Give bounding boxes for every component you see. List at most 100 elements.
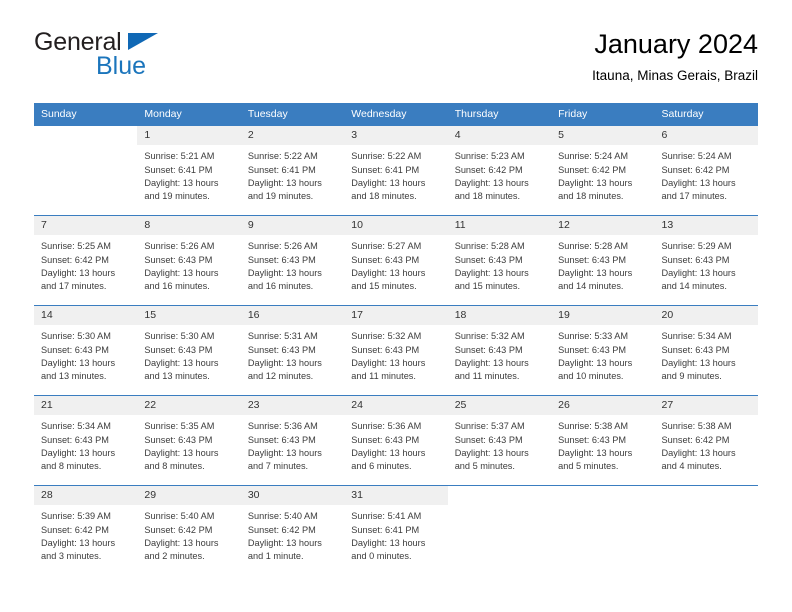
calendar-day-cell[interactable]: 9 Sunrise: 5:26 AM Sunset: 6:43 PM Daylight… xyxy=(240,215,345,306)
daylight-text-line2: and 18 minutes. xyxy=(351,191,417,201)
day-number: 4 xyxy=(447,126,552,146)
calendar-week-row: 14 Sunrise: 5:30 AM Sunset: 6:43 PM Dayligh… xyxy=(34,305,758,396)
calendar-day-cell[interactable]: 2 Sunrise: 5:22 AM Sunset: 6:41 PM Daylight… xyxy=(240,125,345,216)
sunrise-text: Sunrise: 5:34 AM xyxy=(661,331,732,342)
calendar-week-row: 1 Sunrise: 5:21 AM Sunset: 6:41 PM Daylight… xyxy=(34,125,758,216)
weekday-header-thursday: Thursday xyxy=(447,103,552,126)
day-number: 25 xyxy=(447,396,552,416)
sunrise-text: Sunrise: 5:34 AM xyxy=(41,421,111,432)
calendar-day-cell[interactable]: 30 Sunrise: 5:40 AM Sunset: 6:42 PM Dayligh… xyxy=(240,485,345,576)
sunset-text: Sunset: 6:43 PM xyxy=(454,254,523,265)
daylight-text-line1: Daylight: 13 hours xyxy=(558,267,633,278)
weekday-header-wednesday: Wednesday xyxy=(344,103,448,126)
sunset-text: Sunset: 6:43 PM xyxy=(247,344,316,355)
calendar-day-cell[interactable]: 3 Sunrise: 5:22 AM Sunset: 6:41 PM Daylight… xyxy=(344,125,448,216)
calendar-day-cell[interactable]: 27 Sunrise: 5:38 AM Sunset: 6:42 PM Dayligh… xyxy=(654,395,758,486)
daylight-text-line2: and 18 minutes. xyxy=(558,191,624,201)
daylight-text-line2: and 5 minutes. xyxy=(454,461,515,471)
calendar-day-cell[interactable]: 26 Sunrise: 5:38 AM Sunset: 6:43 PM Dayligh… xyxy=(551,395,655,486)
calendar-day-cell[interactable]: 23 Sunrise: 5:36 AM Sunset: 6:43 PM Dayligh… xyxy=(240,395,345,486)
sunrise-text: Sunrise: 5:32 AM xyxy=(454,331,525,342)
sunrise-text: Sunrise: 5:35 AM xyxy=(144,421,215,432)
calendar-day-cell[interactable]: 17 Sunrise: 5:32 AM Sunset: 6:43 PM Dayligh… xyxy=(344,305,448,396)
daylight-text-line2: and 8 minutes. xyxy=(41,461,102,471)
sunset-text: Sunset: 6:43 PM xyxy=(661,344,730,355)
calendar-day-cell[interactable]: 18 Sunrise: 5:32 AM Sunset: 6:43 PM Dayligh… xyxy=(447,305,552,396)
calendar-day-cell[interactable]: 13 Sunrise: 5:29 AM Sunset: 6:43 PM Dayligh… xyxy=(654,215,758,306)
calendar-day-cell[interactable]: 11 Sunrise: 5:28 AM Sunset: 6:43 PM Dayligh… xyxy=(447,215,552,306)
sunrise-text: Sunrise: 5:31 AM xyxy=(247,331,318,342)
calendar-day-cell[interactable]: 22 Sunrise: 5:35 AM Sunset: 6:43 PM Dayligh… xyxy=(137,395,241,486)
daylight-text-line2: and 19 minutes. xyxy=(247,191,314,201)
daylight-text-line1: Daylight: 13 hours xyxy=(144,357,219,368)
daylight-text-line2: and 13 minutes. xyxy=(144,371,210,381)
calendar-day-cell[interactable]: 7 Sunrise: 5:25 AM Sunset: 6:42 PM Daylight… xyxy=(34,215,138,306)
day-details: Sunrise: 5:37 AM Sunset: 6:43 PM Daylight:… xyxy=(448,415,551,473)
daylight-text-line2: and 13 minutes. xyxy=(41,371,107,381)
daylight-text-line1: Daylight: 13 hours xyxy=(247,537,322,548)
day-number: 28 xyxy=(34,486,138,506)
sunset-text: Sunset: 6:43 PM xyxy=(351,254,420,265)
day-details: Sunrise: 5:28 AM Sunset: 6:43 PM Daylight:… xyxy=(551,235,654,293)
sunset-text: Sunset: 6:42 PM xyxy=(454,164,523,175)
sunset-text: Sunset: 6:43 PM xyxy=(247,254,316,265)
calendar-day-cell[interactable]: 10 Sunrise: 5:27 AM Sunset: 6:43 PM Dayligh… xyxy=(344,215,448,306)
daylight-text-line1: Daylight: 13 hours xyxy=(351,537,426,548)
sunrise-text: Sunrise: 5:28 AM xyxy=(454,241,525,252)
day-number: 5 xyxy=(551,126,655,146)
calendar-day-cell[interactable]: 31 Sunrise: 5:41 AM Sunset: 6:41 PM Dayligh… xyxy=(344,485,448,576)
calendar-day-cell[interactable]: 28 Sunrise: 5:39 AM Sunset: 6:42 PM Dayligh… xyxy=(34,485,138,576)
daylight-text-line1: Daylight: 13 hours xyxy=(351,267,426,278)
day-number: 7 xyxy=(34,216,138,236)
day-number: 10 xyxy=(344,216,448,236)
calendar-day-cell[interactable]: 12 Sunrise: 5:28 AM Sunset: 6:43 PM Dayligh… xyxy=(551,215,655,306)
page-header: General Blue January 2024 Itauna, Minas … xyxy=(34,0,758,83)
location-subtitle: Itauna, Minas Gerais, Brazil xyxy=(592,68,758,84)
calendar-day-cell[interactable]: 19 Sunrise: 5:33 AM Sunset: 6:43 PM Dayligh… xyxy=(551,305,655,396)
calendar-day-cell[interactable]: 29 Sunrise: 5:40 AM Sunset: 6:42 PM Dayligh… xyxy=(137,485,241,576)
daylight-text-line2: and 11 minutes. xyxy=(351,371,416,381)
daylight-text-line2: and 11 minutes. xyxy=(454,371,520,381)
daylight-text-line1: Daylight: 13 hours xyxy=(144,177,219,188)
calendar-head: Sunday Monday Tuesday Wednesday Thursday… xyxy=(34,103,758,126)
calendar-empty-cell xyxy=(551,485,655,576)
daylight-text-line1: Daylight: 13 hours xyxy=(661,177,736,188)
calendar-day-cell[interactable]: 5 Sunrise: 5:24 AM Sunset: 6:42 PM Daylight… xyxy=(551,125,655,216)
calendar-day-cell[interactable]: 8 Sunrise: 5:26 AM Sunset: 6:43 PM Daylight… xyxy=(137,215,241,306)
day-details: Sunrise: 5:31 AM Sunset: 6:43 PM Daylight:… xyxy=(241,325,344,383)
sunset-text: Sunset: 6:41 PM xyxy=(351,524,420,535)
day-number: 1 xyxy=(137,126,241,146)
day-number: 6 xyxy=(654,126,758,146)
day-number: 30 xyxy=(240,486,345,506)
day-details: Sunrise: 5:28 AM Sunset: 6:43 PM Daylight:… xyxy=(448,235,551,293)
calendar-day-cell[interactable]: 1 Sunrise: 5:21 AM Sunset: 6:41 PM Daylight… xyxy=(137,125,241,216)
calendar-week-row: 28 Sunrise: 5:39 AM Sunset: 6:42 PM Dayligh… xyxy=(34,485,758,576)
day-number xyxy=(34,126,138,146)
sunrise-text: Sunrise: 5:24 AM xyxy=(661,151,732,162)
day-number: 19 xyxy=(551,306,655,326)
daylight-text-line1: Daylight: 13 hours xyxy=(41,537,116,548)
calendar-day-cell[interactable]: 4 Sunrise: 5:23 AM Sunset: 6:42 PM Daylight… xyxy=(447,125,552,216)
calendar-day-cell[interactable]: 14 Sunrise: 5:30 AM Sunset: 6:43 PM Dayligh… xyxy=(34,305,138,396)
calendar-day-cell[interactable]: 24 Sunrise: 5:36 AM Sunset: 6:43 PM Dayligh… xyxy=(344,395,448,486)
calendar-container: Sunday Monday Tuesday Wednesday Thursday… xyxy=(34,103,758,576)
daylight-text-line2: and 3 minutes. xyxy=(41,551,102,561)
calendar-day-cell[interactable]: 15 Sunrise: 5:30 AM Sunset: 6:43 PM Dayligh… xyxy=(137,305,241,396)
calendar-day-cell[interactable]: 16 Sunrise: 5:31 AM Sunset: 6:43 PM Dayligh… xyxy=(240,305,345,396)
general-blue-logo[interactable]: General Blue xyxy=(34,26,184,79)
calendar-day-cell[interactable]: 20 Sunrise: 5:34 AM Sunset: 6:43 PM Dayligh… xyxy=(654,305,758,396)
day-number: 2 xyxy=(240,126,345,146)
sunset-text: Sunset: 6:42 PM xyxy=(661,164,730,175)
day-number: 22 xyxy=(137,396,241,416)
daylight-text-line2: and 6 minutes. xyxy=(351,461,412,471)
calendar-day-cell[interactable]: 6 Sunrise: 5:24 AM Sunset: 6:42 PM Daylight… xyxy=(654,125,758,216)
sunset-text: Sunset: 6:41 PM xyxy=(351,164,420,175)
calendar-day-cell[interactable]: 21 Sunrise: 5:34 AM Sunset: 6:43 PM Dayligh… xyxy=(34,395,138,486)
daylight-text-line2: and 1 minute. xyxy=(247,551,304,561)
day-details: Sunrise: 5:21 AM Sunset: 6:41 PM Daylight:… xyxy=(137,145,240,203)
daylight-text-line1: Daylight: 13 hours xyxy=(454,357,529,368)
sunrise-text: Sunrise: 5:36 AM xyxy=(247,421,318,432)
calendar-day-cell[interactable]: 25 Sunrise: 5:37 AM Sunset: 6:43 PM Dayligh… xyxy=(447,395,552,486)
daylight-text-line1: Daylight: 13 hours xyxy=(558,177,633,188)
calendar-week-row: 21 Sunrise: 5:34 AM Sunset: 6:43 PM Dayligh… xyxy=(34,395,758,486)
